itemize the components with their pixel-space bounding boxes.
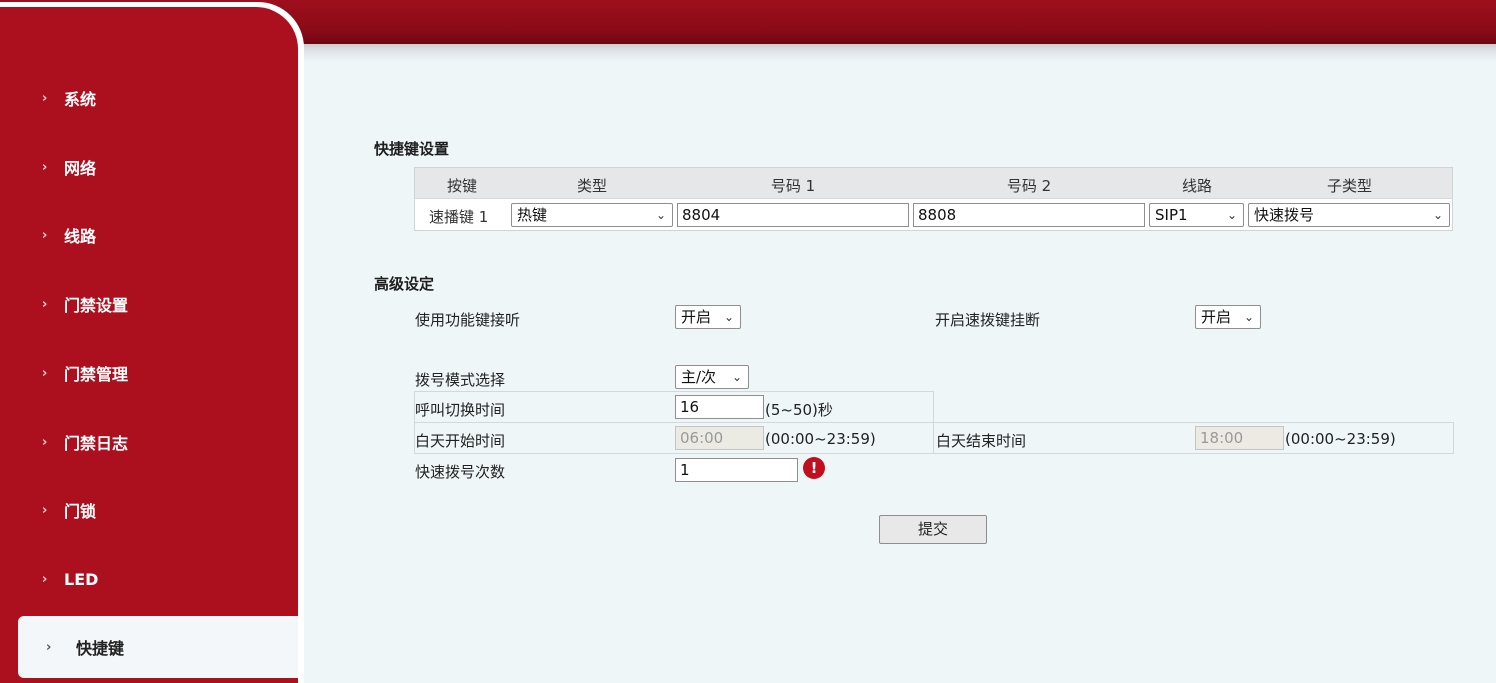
sidebar-item-label: 门禁日志 (64, 434, 129, 453)
chevron-right-icon: › (42, 90, 48, 106)
type-select[interactable]: 热键 ⌄ (511, 203, 673, 227)
warning-icon[interactable]: ! (803, 457, 825, 479)
use-func-key-answer-label: 使用功能键接听 (415, 311, 521, 329)
sidebar-item-label: LED (64, 569, 99, 589)
header-number-2: 号码 2 (1006, 177, 1052, 195)
chevron-right-icon: › (42, 159, 48, 175)
sidebar-item-access-management[interactable]: › 门禁管理 (0, 342, 298, 404)
header-key: 按键 (446, 177, 477, 195)
sidebar-item-shortcut-key[interactable]: › 快捷键 (18, 616, 298, 678)
shortcut-table-header: 按键 类型 号码 1 号码 2 线路 子类型 (415, 168, 1452, 199)
chevron-right-icon: › (42, 571, 48, 587)
line-select[interactable]: SIP1 ⌄ (1149, 203, 1244, 227)
sidebar-item-access-log[interactable]: › 门禁日志 (0, 411, 298, 473)
sidebar-item-door-lock[interactable]: › 门锁 (0, 479, 298, 541)
chevron-down-icon: ⌄ (731, 370, 742, 384)
day-start-label: 白天开始时间 (415, 432, 506, 450)
sidebar-item-led[interactable]: › LED (0, 548, 298, 610)
sidebar-item-line[interactable]: › 线路 (0, 204, 298, 266)
shortcut-section-title: 快捷键设置 (374, 140, 450, 158)
chevron-right-icon: › (46, 639, 52, 655)
call-switch-time-input[interactable]: 16 (675, 395, 764, 419)
advanced-section-title: 高级设定 (374, 275, 435, 293)
header-subtype: 子类型 (1326, 177, 1372, 195)
sidebar-item-label: 门锁 (64, 502, 97, 521)
chevron-right-icon: › (42, 296, 48, 312)
call-switch-time-hint: (5~50)秒 (765, 401, 833, 419)
day-time-divider (933, 422, 934, 454)
speed-dial-count-label: 快速拨号次数 (415, 463, 506, 481)
use-func-key-answer-select[interactable]: 开启 ⌄ (675, 305, 741, 329)
chevron-down-icon: ⌄ (1432, 208, 1443, 222)
sidebar-item-label: 门禁设置 (64, 296, 129, 315)
dial-mode-label: 拨号模式选择 (415, 371, 506, 389)
chevron-right-icon: › (42, 365, 48, 381)
line-select-value: SIP1 (1155, 206, 1188, 224)
subtype-select-value: 快速拨号 (1254, 206, 1315, 224)
speed-dial-hangup-value: 开启 (1201, 308, 1232, 326)
speed-dial-count-input[interactable]: 1 (675, 458, 798, 482)
speed-dial-hangup-select[interactable]: 开启 ⌄ (1195, 305, 1261, 329)
chevron-down-icon: ⌄ (1226, 208, 1237, 222)
chevron-right-icon: › (42, 502, 48, 518)
header-number-1: 号码 1 (770, 177, 816, 195)
type-select-value: 热键 (517, 206, 548, 224)
sidebar-item-label: 系统 (64, 90, 97, 109)
chevron-right-icon: › (42, 227, 48, 243)
day-start-hint: (00:00~23:59) (765, 430, 876, 448)
header-line: 线路 (1181, 177, 1212, 195)
header-type: 类型 (576, 177, 607, 195)
top-bar-shadow (300, 44, 1496, 62)
chevron-down-icon: ⌄ (655, 208, 666, 222)
sidebar: › 系统 › 网络 › 线路 › 门禁设置 › 门禁管理 › 门禁日志 › 门锁… (0, 7, 298, 683)
sidebar-item-label: 门禁管理 (64, 365, 129, 384)
sidebar-item-label: 线路 (64, 227, 97, 246)
number-2-input[interactable]: 8808 (913, 203, 1145, 227)
day-end-hint: (00:00~23:59) (1285, 430, 1396, 448)
day-end-label: 白天结束时间 (936, 432, 1027, 450)
chevron-down-icon: ⌄ (723, 310, 734, 324)
chevron-right-icon: › (42, 434, 48, 450)
sidebar-item-label: 快捷键 (76, 639, 125, 658)
number-1-input[interactable]: 8804 (677, 203, 909, 227)
day-end-input: 18:00 (1195, 426, 1284, 450)
sidebar-item-system[interactable]: › 系统 (0, 67, 298, 129)
sidebar-item-network[interactable]: › 网络 (0, 136, 298, 198)
dial-mode-select[interactable]: 主/次 ⌄ (675, 365, 749, 389)
sidebar-item-access-settings[interactable]: › 门禁设置 (0, 273, 298, 335)
chevron-down-icon: ⌄ (1243, 310, 1254, 324)
call-switch-time-label: 呼叫切换时间 (415, 401, 506, 419)
speed-dial-hangup-label: 开启速拨键挂断 (935, 311, 1041, 329)
subtype-select[interactable]: 快速拨号 ⌄ (1248, 203, 1450, 227)
dial-mode-value: 主/次 (681, 368, 717, 386)
row-key-label: 速播键 1 (429, 208, 489, 226)
submit-button[interactable]: 提交 (879, 515, 987, 544)
use-func-key-answer-value: 开启 (681, 308, 712, 326)
day-start-input: 06:00 (675, 426, 764, 450)
sidebar-item-label: 网络 (64, 159, 97, 178)
